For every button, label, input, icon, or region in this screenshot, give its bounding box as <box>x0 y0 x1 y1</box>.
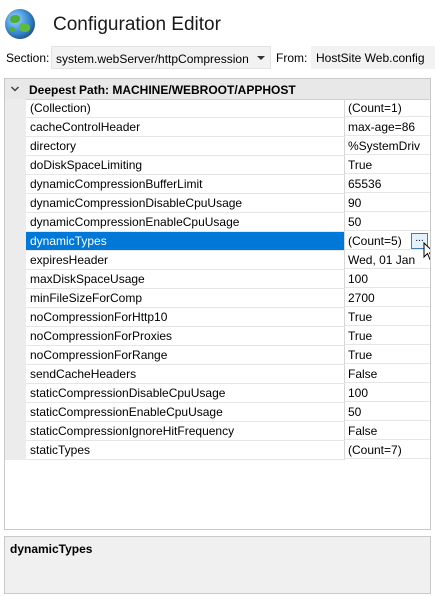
deepest-path-label: Deepest Path: MACHINE/WEBROOT/APPHOST <box>29 83 296 97</box>
table-row[interactable]: noCompressionForHttp10 True <box>5 308 430 327</box>
property-name[interactable]: directory <box>26 137 345 156</box>
property-name[interactable]: noCompressionForHttp10 <box>26 308 345 327</box>
property-grid: Deepest Path: MACHINE/WEBROOT/APPHOST (C… <box>4 78 431 530</box>
property-value[interactable]: Wed, 01 Jan <box>345 251 430 269</box>
row-gutter <box>5 384 26 403</box>
property-value[interactable]: True <box>345 156 430 174</box>
table-row[interactable]: staticCompressionIgnoreHitFrequency False <box>5 422 430 441</box>
from-label: From: <box>276 51 308 65</box>
property-name[interactable]: sendCacheHeaders <box>26 365 345 384</box>
title-bar: Configuration Editor <box>0 0 435 44</box>
collapse-chevron-icon[interactable] <box>9 83 21 95</box>
row-gutter <box>5 441 26 460</box>
property-value[interactable]: 100 <box>345 384 430 402</box>
property-name[interactable]: doDiskSpaceLimiting <box>26 156 345 175</box>
property-name[interactable]: dynamicCompressionDisableCpuUsage <box>26 194 345 213</box>
section-dropdown[interactable]: system.webServer/httpCompression <box>51 46 271 69</box>
table-row[interactable]: (Collection) (Count=1) <box>5 99 430 118</box>
row-gutter <box>5 251 26 270</box>
row-gutter <box>5 365 26 384</box>
row-gutter <box>5 175 26 194</box>
row-gutter <box>5 156 26 175</box>
table-row[interactable]: staticTypes (Count=7) <box>5 441 430 460</box>
property-name[interactable]: expiresHeader <box>26 251 345 270</box>
property-value[interactable]: (Count=1) <box>345 99 430 117</box>
section-value: system.webServer/httpCompression <box>56 52 249 66</box>
property-value[interactable]: False <box>345 422 430 440</box>
table-row[interactable]: doDiskSpaceLimiting True <box>5 156 430 175</box>
table-row[interactable]: noCompressionForRange True <box>5 346 430 365</box>
property-value[interactable]: 100 <box>345 270 430 288</box>
property-value[interactable]: 65536 <box>345 175 430 193</box>
property-name[interactable]: (Collection) <box>26 99 345 118</box>
property-name[interactable]: staticCompressionIgnoreHitFrequency <box>26 422 345 441</box>
table-row[interactable]: dynamicCompressionEnableCpuUsage 50 <box>5 213 430 232</box>
property-name[interactable]: noCompressionForRange <box>26 346 345 365</box>
row-gutter <box>5 99 26 118</box>
table-row[interactable]: staticCompressionDisableCpuUsage 100 <box>5 384 430 403</box>
row-gutter <box>5 118 26 137</box>
table-row[interactable]: dynamicCompressionDisableCpuUsage 90 <box>5 194 430 213</box>
chevron-down-icon <box>257 56 265 60</box>
page-title: Configuration Editor <box>53 14 221 35</box>
table-row[interactable]: cacheControlHeader max-age=86 <box>5 118 430 137</box>
row-gutter <box>5 289 26 308</box>
property-name[interactable]: cacheControlHeader <box>26 118 345 137</box>
property-value[interactable]: 2700 <box>345 289 430 307</box>
row-gutter <box>5 346 26 365</box>
row-gutter <box>5 213 26 232</box>
table-row[interactable]: directory %SystemDriv <box>5 137 430 156</box>
table-row[interactable]: dynamicTypes (Count=5)... <box>5 232 430 261</box>
row-gutter <box>5 270 26 289</box>
property-value[interactable]: True <box>345 346 430 364</box>
table-row[interactable]: maxDiskSpaceUsage 100 <box>5 270 430 289</box>
from-value: HostSite Web.config <box>316 51 425 65</box>
property-name[interactable]: maxDiskSpaceUsage <box>26 270 345 289</box>
row-gutter <box>5 308 26 327</box>
row-gutter <box>5 137 26 156</box>
property-name[interactable]: minFileSizeForComp <box>26 289 345 308</box>
grid-group-header[interactable]: Deepest Path: MACHINE/WEBROOT/APPHOST <box>5 79 430 100</box>
property-value[interactable]: True <box>345 308 430 326</box>
property-value[interactable]: True <box>345 327 430 345</box>
description-panel: dynamicTypes <box>4 536 431 594</box>
property-name[interactable]: noCompressionForProxies <box>26 327 345 346</box>
table-row[interactable]: minFileSizeForComp 2700 <box>5 289 430 308</box>
property-value[interactable]: 50 <box>345 403 430 421</box>
property-name[interactable]: staticCompressionEnableCpuUsage <box>26 403 345 422</box>
from-dropdown[interactable]: HostSite Web.config <box>311 46 435 69</box>
property-name[interactable]: staticCompressionDisableCpuUsage <box>26 384 345 403</box>
property-name[interactable]: dynamicTypes <box>26 232 345 251</box>
table-row[interactable]: sendCacheHeaders False <box>5 365 430 384</box>
table-row[interactable]: expiresHeader Wed, 01 Jan <box>5 251 430 270</box>
property-value[interactable]: False <box>345 365 430 383</box>
row-gutter <box>5 422 26 441</box>
table-row[interactable]: staticCompressionEnableCpuUsage 50 <box>5 403 430 422</box>
row-gutter <box>5 403 26 422</box>
property-name[interactable]: dynamicCompressionEnableCpuUsage <box>26 213 345 232</box>
row-gutter <box>5 327 26 346</box>
row-gutter <box>5 194 26 213</box>
property-name[interactable]: dynamicCompressionBufferLimit <box>26 175 345 194</box>
row-gutter <box>5 232 26 251</box>
property-value[interactable]: 90 <box>345 194 430 212</box>
property-value[interactable]: 50 <box>345 213 430 231</box>
property-value[interactable]: (Count=7) <box>345 441 430 459</box>
property-name[interactable]: staticTypes <box>26 441 345 460</box>
table-row[interactable]: noCompressionForProxies True <box>5 327 430 346</box>
section-label: Section: <box>6 51 50 65</box>
property-list: (Collection) (Count=1) cacheControlHeader m… <box>5 99 430 460</box>
section-toolbar: Section: system.webServer/httpCompressio… <box>0 46 435 70</box>
table-row[interactable]: dynamicCompressionBufferLimit 65536 <box>5 175 430 194</box>
property-value[interactable]: max-age=86 <box>345 118 430 136</box>
property-value[interactable]: %SystemDriv <box>345 137 430 155</box>
description-title: dynamicTypes <box>10 542 93 556</box>
globe-icon <box>5 9 35 39</box>
